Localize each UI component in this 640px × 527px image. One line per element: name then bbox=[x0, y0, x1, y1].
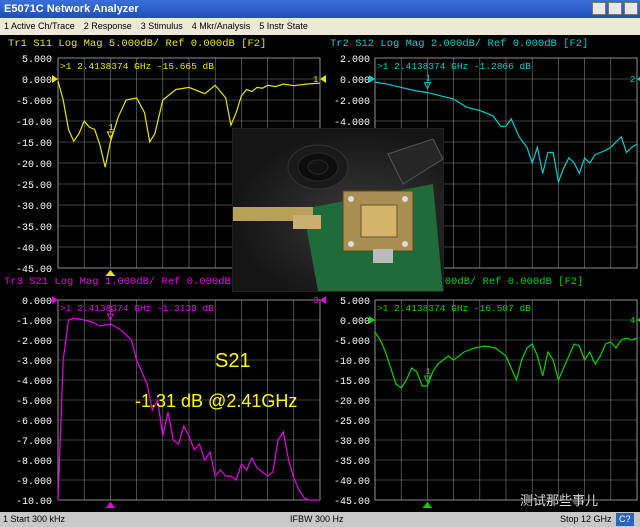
y-tick-label: -5.000 bbox=[16, 97, 52, 108]
reference-arrow-left bbox=[369, 316, 375, 324]
close-button[interactable] bbox=[624, 2, 638, 15]
start-frequency: 1 Start 300 kHz bbox=[3, 514, 66, 524]
y-tick-label: -20.00 bbox=[16, 160, 52, 171]
trace-header: Tr2 S12 Log Mag 2.000dB/ Ref 0.000dB [F2… bbox=[330, 38, 588, 50]
reference-arrow-left bbox=[369, 75, 375, 83]
y-tick-label: -6.000 bbox=[16, 417, 52, 428]
marker-readout: >1 2.4138374 GHz -16.507 dB bbox=[377, 303, 531, 314]
stimulus-marker bbox=[422, 502, 433, 508]
stop-frequency: Stop 12 GHz bbox=[560, 514, 612, 524]
reference-arrow-left bbox=[52, 296, 58, 304]
y-tick-label: -5.000 bbox=[334, 337, 370, 348]
y-tick-label: -9.000 bbox=[16, 477, 52, 488]
trace-header: Tr3 S21 Log Mag 1.000dB/ Ref 0.000dB [F2… bbox=[4, 276, 262, 288]
window-controls bbox=[592, 2, 638, 15]
y-tick-label: -40.00 bbox=[334, 477, 370, 488]
y-tick-label: -8.000 bbox=[16, 457, 52, 468]
window-title: E5071C Network Analyzer bbox=[4, 3, 139, 15]
status-bar: 1 Start 300 kHz IFBW 300 Hz Stop 12 GHz … bbox=[0, 512, 640, 527]
y-tick-label: -25.00 bbox=[334, 417, 370, 428]
window-title-bar: E5071C Network Analyzer bbox=[0, 0, 640, 18]
y-tick-label: -10.00 bbox=[16, 118, 52, 129]
y-tick-label: -40.00 bbox=[16, 244, 52, 255]
y-tick-label: 2.000 bbox=[340, 55, 370, 66]
menu-mkr-analysis[interactable]: 4 Mkr/Analysis bbox=[192, 18, 251, 35]
y-tick-label: -10.00 bbox=[16, 497, 52, 508]
stimulus-marker bbox=[105, 502, 116, 508]
y-tick-label: -30.00 bbox=[334, 437, 370, 448]
marker-number: 1 bbox=[108, 305, 113, 315]
reference-number: 3 bbox=[313, 296, 318, 306]
trace-header: Tr1 S11 Log Mag 5.000dB/ Ref 0.000dB [F2… bbox=[8, 38, 266, 50]
y-tick-label: -2.000 bbox=[334, 97, 370, 108]
reference-arrow-left bbox=[52, 75, 58, 83]
y-tick-label: 5.000 bbox=[340, 297, 370, 308]
menu-instr-state[interactable]: 5 Instr State bbox=[259, 18, 308, 35]
y-tick-label: -10.00 bbox=[334, 357, 370, 368]
y-tick-label: -15.00 bbox=[334, 377, 370, 388]
reference-arrow-right bbox=[320, 75, 326, 83]
y-tick-label: 0.000 bbox=[340, 76, 370, 87]
y-tick-label: -25.00 bbox=[16, 181, 52, 192]
y-tick-label: -7.000 bbox=[16, 437, 52, 448]
marker-number: 1 bbox=[108, 123, 113, 133]
menu-active-ch-trace[interactable]: 1 Active Ch/Trace bbox=[4, 18, 75, 35]
y-tick-label: -30.00 bbox=[16, 202, 52, 213]
y-tick-label: 5.000 bbox=[22, 55, 52, 66]
y-tick-label: -1.000 bbox=[16, 317, 52, 328]
y-tick-label: 0.000 bbox=[22, 76, 52, 87]
y-tick-label: -45.00 bbox=[334, 497, 370, 508]
minimize-button[interactable] bbox=[592, 2, 606, 15]
y-tick-label: -4.000 bbox=[16, 377, 52, 388]
reference-number: 2 bbox=[630, 75, 635, 85]
annotation-value: -1.31 dB @2.41GHz bbox=[135, 391, 297, 411]
reference-number: 4 bbox=[630, 316, 635, 326]
y-tick-label: -20.00 bbox=[334, 397, 370, 408]
y-tick-label: -3.000 bbox=[16, 357, 52, 368]
marker-number: 1 bbox=[425, 367, 430, 377]
y-tick-label: -35.00 bbox=[16, 223, 52, 234]
reference-arrow-right bbox=[320, 296, 326, 304]
y-tick-label: -15.00 bbox=[16, 139, 52, 150]
y-tick-label: -5.000 bbox=[16, 397, 52, 408]
watermark-text: 测试那些事儿 bbox=[520, 494, 598, 509]
reference-number: 1 bbox=[313, 75, 318, 85]
y-tick-label: -2.000 bbox=[16, 337, 52, 348]
menu-stimulus[interactable]: 3 Stimulus bbox=[141, 18, 183, 35]
marker-number: 1 bbox=[425, 74, 430, 84]
marker-readout: >1 2.4138374 GHz -1.3130 dB bbox=[60, 303, 214, 314]
marker-readout: >1 2.4138374 GHz -1.2866 dB bbox=[377, 61, 531, 72]
softkey-menu-bar: 1 Active Ch/Trace 2 Response 3 Stimulus … bbox=[0, 18, 640, 35]
maximize-button[interactable] bbox=[608, 2, 622, 15]
ifbw-readout: IFBW 300 Hz bbox=[290, 514, 344, 524]
y-tick-label: 0.000 bbox=[340, 317, 370, 328]
annotation-label: S21 bbox=[215, 350, 251, 372]
channel-badge[interactable]: C? bbox=[616, 513, 634, 526]
marker-readout: >1 2.4138374 GHz -15.665 dB bbox=[60, 61, 214, 72]
y-tick-label: -45.00 bbox=[16, 265, 52, 276]
y-tick-label: 0.000 bbox=[22, 297, 52, 308]
y-tick-label: -35.00 bbox=[334, 457, 370, 468]
dut-photo-overlay bbox=[232, 128, 444, 292]
menu-response[interactable]: 2 Response bbox=[84, 18, 132, 35]
